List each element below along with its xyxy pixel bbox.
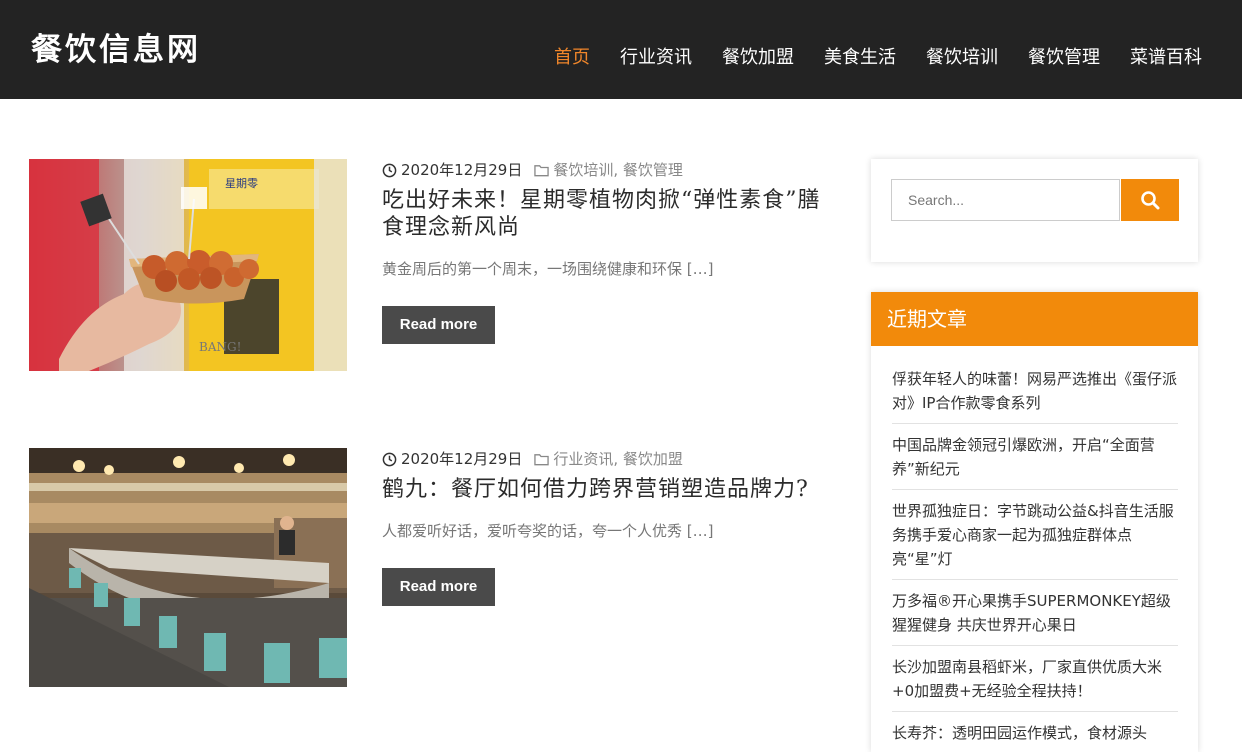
post-thumbnail[interactable] — [29, 448, 347, 687]
post-title[interactable]: 吃出好未来！星期零植物肉掀“弹性素食”膳食理念新风尚 — [382, 187, 832, 241]
search-widget — [871, 159, 1198, 262]
post-meta: 2020年12月29日 行业资讯, 餐饮加盟 — [382, 448, 832, 470]
nav-item-training[interactable]: 餐饮培训 — [926, 44, 998, 72]
clock-icon — [382, 452, 397, 466]
recent-post-link[interactable]: 中国品牌金领冠引爆欧洲，开启“全面营养”新纪元 — [892, 424, 1178, 490]
shop-sign-text: 星期零 — [225, 177, 258, 190]
recent-post-link[interactable]: 长寿芥：透明田园运作模式，食材源头 — [892, 712, 1178, 752]
search-icon — [1141, 191, 1160, 210]
post-title[interactable]: 鹤九：餐厅如何借力跨界营销塑造品牌力? — [382, 476, 832, 503]
search-button[interactable] — [1121, 179, 1179, 221]
recent-post-link[interactable]: 俘获年轻人的味蕾！网易严选推出《蛋仔派对》IP合作款零食系列 — [892, 346, 1178, 424]
post-excerpt: 人都爱听好话，爱听夸奖的话，夸一个人优秀 […] — [382, 522, 714, 540]
nav-item-food-life[interactable]: 美食生活 — [824, 44, 896, 72]
site-logo[interactable]: 餐饮信息网 — [31, 30, 201, 70]
folder-icon — [534, 453, 550, 465]
post-date: 2020年12月29日 — [401, 450, 523, 468]
category-link[interactable]: 餐饮培训 — [553, 161, 613, 179]
site-header: 餐饮信息网 首页 行业资讯 餐饮加盟 美食生活 餐饮培训 餐饮管理 菜谱百科 — [0, 0, 1242, 99]
post-categories: 行业资讯, 餐饮加盟 — [553, 450, 683, 468]
category-link[interactable]: 行业资讯 — [553, 450, 613, 468]
nav-item-industry-news[interactable]: 行业资讯 — [620, 44, 692, 72]
category-link[interactable]: 餐饮管理 — [623, 161, 683, 179]
category-link[interactable]: 餐饮加盟 — [623, 450, 683, 468]
post-excerpt: 黄金周后的第一个周末，一场围绕健康和环保 […] — [382, 260, 714, 278]
post-meta: 2020年12月29日 餐饮培训, 餐饮管理 — [382, 159, 832, 181]
read-more-button[interactable]: Read more — [382, 568, 495, 606]
post-categories: 餐饮培训, 餐饮管理 — [553, 161, 683, 179]
folder-icon — [534, 164, 550, 176]
post-date: 2020年12月29日 — [401, 161, 523, 179]
post-thumbnail[interactable]: 星期零 BANG! — [29, 159, 347, 371]
nav-item-recipes[interactable]: 菜谱百科 — [1130, 44, 1202, 72]
post-body: 2020年12月29日 行业资讯, 餐饮加盟 鹤九：餐厅如何借力跨界营销塑造品牌… — [382, 448, 832, 606]
food-photo-image: 星期零 BANG! — [29, 159, 347, 371]
clock-icon — [382, 163, 397, 177]
nav-item-franchise[interactable]: 餐饮加盟 — [722, 44, 794, 72]
main-nav: 首页 行业资讯 餐饮加盟 美食生活 餐饮培训 餐饮管理 菜谱百科 — [524, 44, 1202, 72]
restaurant-photo-image — [29, 448, 347, 687]
recent-posts-list: 俘获年轻人的味蕾！网易严选推出《蛋仔派对》IP合作款零食系列 中国品牌金领冠引爆… — [871, 346, 1198, 752]
recent-post-link[interactable]: 万多福®开心果携手SUPERMONKEY超级猩猩健身 共庆世界开心果日 — [892, 580, 1178, 646]
widget-title: 近期文章 — [871, 292, 1198, 346]
nav-item-management[interactable]: 餐饮管理 — [1028, 44, 1100, 72]
recent-post-link[interactable]: 长沙加盟南县稻虾米，厂家直供优质大米+0加盟费+无经验全程扶持！ — [892, 646, 1178, 712]
read-more-button[interactable]: Read more — [382, 306, 495, 344]
search-input[interactable] — [891, 179, 1120, 221]
nav-item-home[interactable]: 首页 — [554, 44, 590, 72]
thumbnail-caption: BANG! — [199, 340, 241, 354]
post-body: 2020年12月29日 餐饮培训, 餐饮管理 吃出好未来！星期零植物肉掀“弹性素… — [382, 159, 832, 344]
recent-post-link[interactable]: 世界孤独症日：字节跳动公益&抖音生活服务携手爱心商家一起为孤独症群体点亮“星”灯 — [892, 490, 1178, 580]
recent-posts-widget: 近期文章 俘获年轻人的味蕾！网易严选推出《蛋仔派对》IP合作款零食系列 中国品牌… — [871, 292, 1198, 752]
